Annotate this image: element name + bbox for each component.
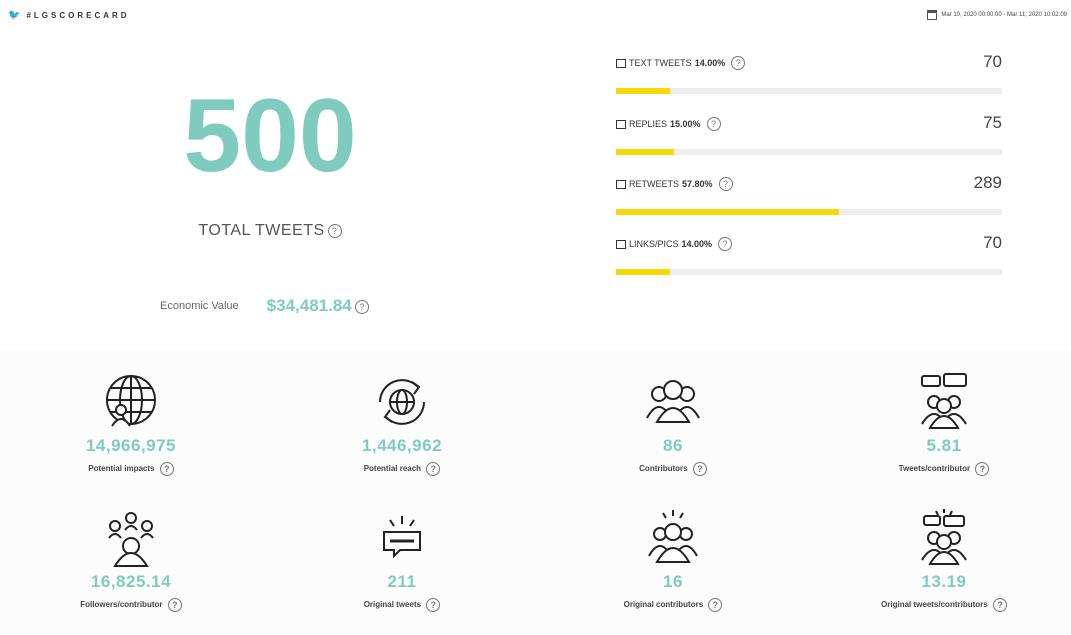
stat-value: 13.19 <box>921 572 967 591</box>
stats-grid: 14,966,975 Potential impacts ? 1,446,962… <box>0 350 1071 635</box>
stat-caption: Contributors <box>639 464 688 474</box>
stat-caption: Tweets/contributor <box>898 464 971 474</box>
stat-followers-per-contributor: 16,825.14 Followers/contributor ? <box>11 508 251 612</box>
stat-original-contributors: 16 Original contributors ? <box>553 508 793 612</box>
metric-value: 289 <box>973 173 1002 192</box>
stat-value: 16,825.14 <box>90 572 172 591</box>
message-burst-icon <box>383 516 421 559</box>
help-icon[interactable]: ? <box>426 462 441 476</box>
metric-bar-track <box>616 149 1002 155</box>
metric-bar-fill <box>616 149 674 155</box>
metric-label: REPLIES <box>629 119 668 129</box>
help-icon[interactable]: ? <box>975 462 990 476</box>
people-group-icon <box>646 380 700 423</box>
help-icon[interactable]: ? <box>708 598 723 612</box>
globe-cycle-icon <box>379 379 425 425</box>
stat-value: 14,966,975 <box>85 436 177 455</box>
help-icon[interactable]: ? <box>426 598 441 612</box>
metric-value: 75 <box>983 113 1002 132</box>
retweet-icon <box>616 179 626 189</box>
help-icon[interactable]: ? <box>718 237 733 251</box>
stat-tweets-per-contributor: 5.81 Tweets/contributor ? <box>824 372 1064 476</box>
stat-caption: Potential reach <box>363 464 422 474</box>
globe-people-icon <box>106 375 156 427</box>
total-tweets-value: 500 <box>183 78 357 194</box>
metric-replies: REPLIES 15.00% ? 75 <box>616 111 1002 161</box>
stat-caption: Original tweets/contributors <box>881 600 988 610</box>
people-chat-icon <box>921 373 967 429</box>
metric-percent: 14.00% <box>694 58 726 68</box>
metric-percent: 57.80% <box>682 179 713 189</box>
help-icon[interactable]: ? <box>327 223 342 238</box>
stat-value: 86 <box>663 436 683 455</box>
stat-value: 211 <box>387 572 417 591</box>
metric-bar-track <box>616 209 1002 215</box>
metric-text-tweets: TEXT TWEETS 14.00% ? 70 <box>616 50 1002 100</box>
stat-contributors: 86 Contributors ? <box>553 372 793 476</box>
date-range-picker[interactable]: Mar 10, 2020 00:00:00 - Mar 11, 2020 10:… <box>927 10 1067 20</box>
total-tweets-label: TOTAL TWEETS? <box>160 222 380 240</box>
stat-original-tweets: 211 Original tweets ? <box>282 508 522 612</box>
metric-links-pics: LINKS/PICS 14.00% ? 70 <box>616 231 1002 281</box>
stat-potential-impacts: 14,966,975 Potential impacts ? <box>11 372 251 476</box>
metric-percent: 14.00% <box>681 239 713 249</box>
stat-caption: Original tweets <box>363 600 422 610</box>
metric-percent: 15.00% <box>670 119 701 129</box>
stat-original-tweets-per-contributor: 13.19 Original tweets/contributors ? <box>824 508 1064 612</box>
metric-label: RETWEETS <box>629 179 680 189</box>
replies-icon <box>616 119 626 129</box>
economic-value-amount: $34,481.84 <box>266 296 352 315</box>
help-icon[interactable]: ? <box>354 299 369 314</box>
metric-value: 70 <box>983 52 1002 71</box>
metric-value: 70 <box>983 233 1002 252</box>
document-icon <box>616 58 626 68</box>
top-bar: 🐦 #LGSCORECARD Mar 10, 2020 00:00:00 - M… <box>0 0 1071 35</box>
stat-caption: Original contributors <box>623 600 704 610</box>
date-range-label: Mar 10, 2020 00:00:00 - Mar 11, 2020 10:… <box>941 12 1067 18</box>
twitter-bird-icon: 🐦 <box>8 10 21 21</box>
image-icon <box>616 239 626 249</box>
metric-retweets: RETWEETS 57.80% ? 289 <box>616 171 1002 221</box>
stat-caption: Potential impacts <box>88 464 155 474</box>
calendar-icon <box>927 10 938 20</box>
help-icon[interactable]: ? <box>706 117 721 131</box>
help-icon[interactable]: ? <box>731 56 746 70</box>
stat-value: 5.81 <box>926 436 962 455</box>
people-chat-burst-icon <box>921 509 967 565</box>
stat-caption: Followers/contributor <box>80 600 163 610</box>
people-burst-icon <box>648 510 698 563</box>
metric-label: TEXT TWEETS <box>629 58 692 68</box>
help-icon[interactable]: ? <box>159 462 174 476</box>
hero-section: 500 TOTAL TWEETS? Economic Value $34,481… <box>0 34 1071 350</box>
metric-label: LINKS/PICS <box>629 239 679 249</box>
metric-bar-track <box>616 88 1002 94</box>
help-icon[interactable]: ? <box>692 462 707 476</box>
metric-bar-fill <box>616 269 671 275</box>
help-icon[interactable]: ? <box>167 598 182 612</box>
hashtag-label: #LGSCORECARD <box>26 11 130 20</box>
follower-network-icon <box>108 512 154 567</box>
stat-value: 16 <box>663 572 683 591</box>
metric-bar-track <box>616 269 1002 275</box>
stat-value: 1,446,962 <box>361 436 443 455</box>
total-tweets-text: TOTAL TWEETS <box>198 222 325 239</box>
metric-bar-fill <box>616 209 840 215</box>
economic-value-label: Economic Value <box>160 300 239 312</box>
stat-potential-reach: 1,446,962 Potential reach ? <box>282 372 522 476</box>
help-icon[interactable]: ? <box>992 598 1007 612</box>
metric-bar-fill <box>616 88 671 94</box>
help-icon[interactable]: ? <box>718 177 733 191</box>
economic-value-row: Economic Value $34,481.84? <box>160 296 369 316</box>
hashtag-title: 🐦 #LGSCORECARD <box>8 10 130 21</box>
